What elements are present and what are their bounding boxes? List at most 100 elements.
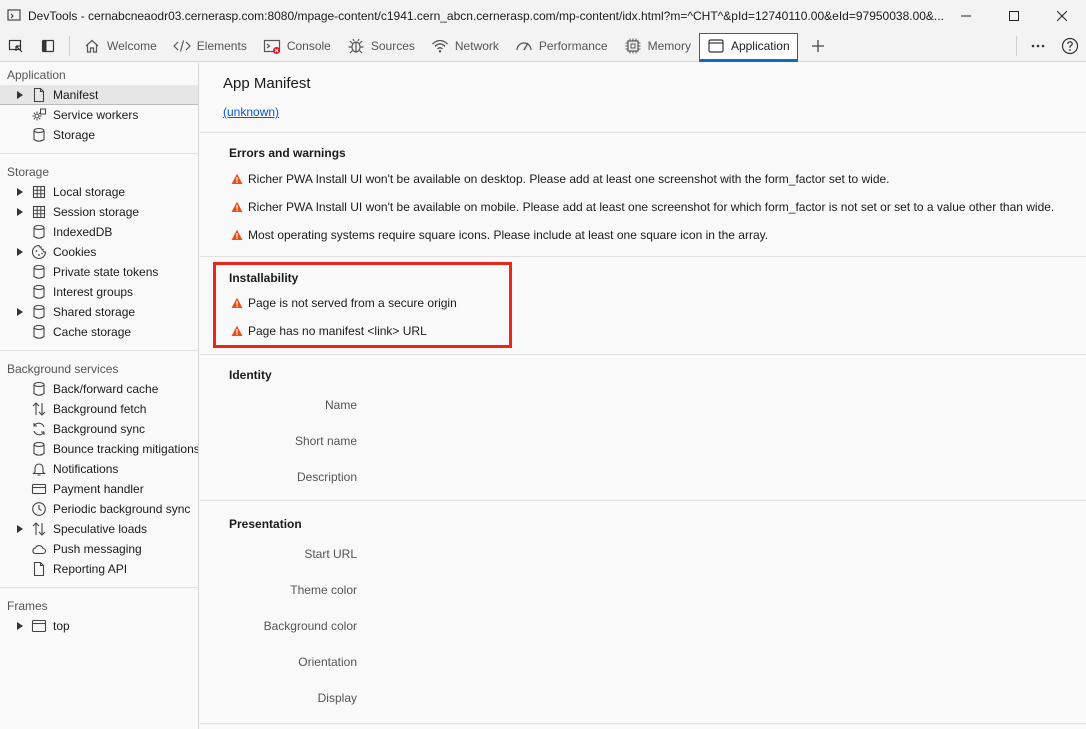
sidebar-section-background-services: Background services bbox=[7, 362, 119, 376]
minimize-button[interactable] bbox=[942, 0, 990, 31]
device-toolbar-button[interactable] bbox=[32, 31, 64, 61]
more-tools-button[interactable] bbox=[802, 31, 834, 61]
sidebar-item-service-workers[interactable]: Service workers bbox=[0, 105, 198, 125]
sidebar-divider bbox=[0, 153, 198, 154]
field-label-background-color: Background color bbox=[263, 619, 357, 633]
tab-performance[interactable]: Performance bbox=[507, 32, 616, 60]
sidebar-section-frames: Frames bbox=[7, 599, 48, 613]
tab-label: Elements bbox=[196, 39, 247, 53]
sidebar-item-label: Interest groups bbox=[53, 285, 134, 299]
warning-icon bbox=[231, 201, 243, 213]
sidebar-item-indexeddb[interactable]: IndexedDB bbox=[0, 222, 198, 242]
application-icon bbox=[707, 37, 725, 55]
expand-arrow-icon[interactable] bbox=[15, 621, 25, 631]
tab-label: Application bbox=[730, 39, 790, 53]
tab-label: Console bbox=[286, 39, 331, 53]
frames-tree: top bbox=[0, 616, 198, 636]
sidebar-item-speculative-loads[interactable]: Speculative loads bbox=[0, 519, 198, 539]
sidebar-item-label: Notifications bbox=[53, 462, 119, 476]
sidebar-divider bbox=[0, 350, 198, 351]
tab-sources[interactable]: Sources bbox=[339, 32, 423, 60]
warning-text: Richer PWA Install UI won't be available… bbox=[248, 172, 890, 186]
sidebar-item-label: Cookies bbox=[53, 245, 97, 259]
sidebar-item-top[interactable]: top bbox=[0, 616, 198, 636]
highlight-annotation bbox=[213, 262, 512, 348]
warning-item: Most operating systems require square ic… bbox=[231, 228, 768, 242]
tab-application[interactable]: Application bbox=[698, 32, 798, 62]
sidebar-item-private-state-tokens[interactable]: Private state tokens bbox=[0, 262, 198, 282]
tab-elements[interactable]: Elements bbox=[165, 32, 255, 60]
sidebar-item-periodic-background-sync[interactable]: Periodic background sync bbox=[0, 499, 198, 519]
tab-console[interactable]: Console bbox=[255, 32, 339, 60]
document-icon bbox=[31, 561, 47, 577]
more-icon bbox=[1031, 44, 1045, 48]
sidebar-item-cache-storage[interactable]: Cache storage bbox=[0, 322, 198, 342]
customize-menu-button[interactable] bbox=[1022, 31, 1054, 61]
warning-text: Richer PWA Install UI won't be available… bbox=[248, 200, 1055, 214]
sidebar-item-cookies[interactable]: Cookies bbox=[0, 242, 198, 262]
toolbar-separator bbox=[69, 36, 70, 56]
cookie-icon bbox=[31, 244, 47, 260]
window-icon bbox=[31, 618, 47, 634]
section-divider bbox=[200, 132, 1086, 133]
card-icon bbox=[31, 481, 47, 497]
title-bar: DevTools - cernabcneaodr03.cernerasp.com… bbox=[0, 0, 1086, 31]
expand-arrow-icon[interactable] bbox=[15, 524, 25, 534]
sidebar-item-payment-handler[interactable]: Payment handler bbox=[0, 479, 198, 499]
tab-label: Sources bbox=[370, 39, 415, 53]
field-label-description: Description bbox=[296, 470, 357, 484]
expand-arrow-icon[interactable] bbox=[15, 90, 25, 100]
manifest-url-link[interactable]: (unknown) bbox=[223, 105, 279, 119]
dock-icon bbox=[41, 39, 55, 53]
sidebar-item-bounce-tracking-mitigations[interactable]: Bounce tracking mitigations bbox=[0, 439, 198, 459]
storage-tree: Local storage Session storage IndexedDB Coo… bbox=[0, 182, 198, 342]
expand-arrow-icon[interactable] bbox=[15, 207, 25, 217]
sidebar-item-storage[interactable]: Storage bbox=[0, 125, 198, 145]
sidebar-item-background-sync[interactable]: Background sync bbox=[0, 419, 198, 439]
sidebar-item-back-forward-cache[interactable]: Back/forward cache bbox=[0, 379, 198, 399]
tab-network[interactable]: Network bbox=[423, 32, 507, 60]
sidebar-item-push-messaging[interactable]: Push messaging bbox=[0, 539, 198, 559]
help-button[interactable] bbox=[1054, 31, 1086, 61]
close-window-button[interactable] bbox=[1038, 0, 1086, 31]
code-icon bbox=[172, 37, 191, 55]
plus-icon bbox=[811, 40, 824, 52]
sidebar-item-label: Shared storage bbox=[53, 305, 136, 319]
clock-icon bbox=[31, 501, 47, 517]
sidebar-item-local-storage[interactable]: Local storage bbox=[0, 182, 198, 202]
devtools-icon bbox=[6, 8, 22, 24]
sidebar-item-label: Reporting API bbox=[53, 562, 128, 576]
sidebar-item-label: Bounce tracking mitigations bbox=[53, 442, 199, 456]
sidebar-item-label: Cache storage bbox=[53, 325, 132, 339]
expand-arrow-icon[interactable] bbox=[15, 307, 25, 317]
bug-icon bbox=[347, 37, 365, 55]
tab-welcome[interactable]: Welcome bbox=[75, 32, 165, 60]
help-icon bbox=[1061, 37, 1079, 55]
database-icon bbox=[31, 304, 47, 320]
sidebar-item-shared-storage[interactable]: Shared storage bbox=[0, 302, 198, 322]
maximize-button[interactable] bbox=[990, 0, 1038, 31]
expand-arrow-icon[interactable] bbox=[15, 187, 25, 197]
tab-memory[interactable]: Memory bbox=[616, 32, 699, 60]
tab-label: Performance bbox=[538, 39, 608, 53]
sidebar-item-background-fetch[interactable]: Background fetch bbox=[0, 399, 198, 419]
sidebar-item-label: Session storage bbox=[53, 205, 140, 219]
bell-icon bbox=[31, 461, 47, 477]
sidebar-item-notifications[interactable]: Notifications bbox=[0, 459, 198, 479]
inspect-element-button[interactable] bbox=[0, 31, 32, 61]
database-icon bbox=[31, 224, 47, 240]
sidebar-item-interest-groups[interactable]: Interest groups bbox=[0, 282, 198, 302]
window-title: DevTools - cernabcneaodr03.cernerasp.com… bbox=[28, 8, 944, 23]
document-icon bbox=[31, 87, 47, 103]
grid-icon bbox=[31, 184, 47, 200]
sidebar-item-session-storage[interactable]: Session storage bbox=[0, 202, 198, 222]
sidebar-item-label: Local storage bbox=[53, 185, 126, 199]
sidebar-item-manifest[interactable]: Manifest bbox=[0, 85, 198, 105]
sidebar-item-reporting-api[interactable]: Reporting API bbox=[0, 559, 198, 579]
database-icon bbox=[31, 441, 47, 457]
arrows-up-down-icon bbox=[31, 521, 47, 537]
sidebar-section-storage: Storage bbox=[7, 165, 50, 179]
sidebar-item-label: Payment handler bbox=[53, 482, 144, 496]
expand-arrow-icon[interactable] bbox=[15, 247, 25, 257]
database-icon bbox=[31, 264, 47, 280]
